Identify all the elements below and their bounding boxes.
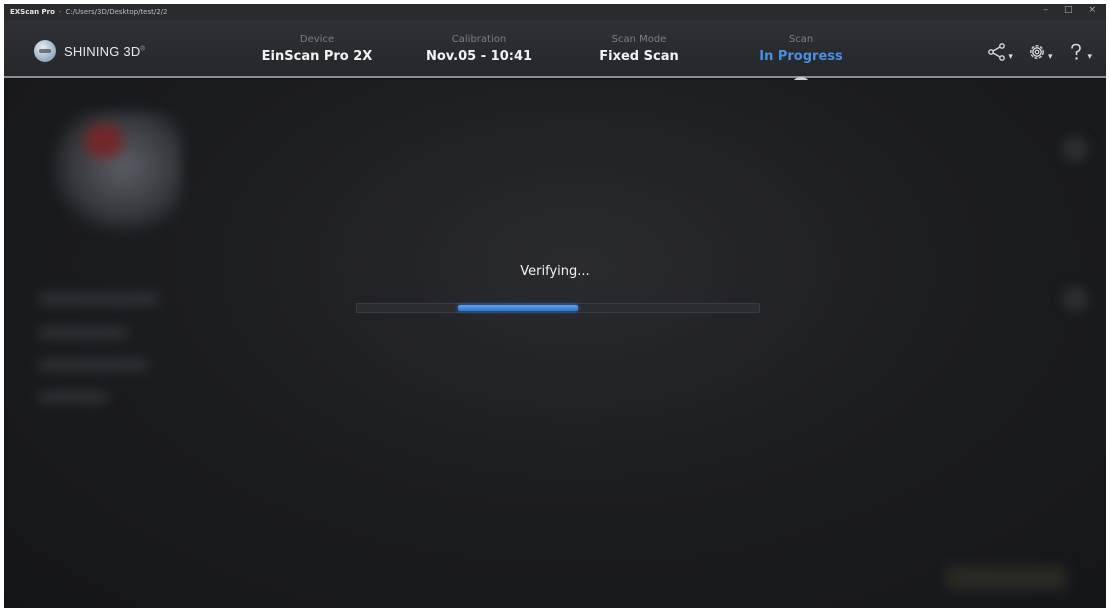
title-separator: - — [58, 8, 62, 16]
help-button[interactable]: ▾ — [1066, 42, 1092, 62]
step-device[interactable]: Device EinScan Pro 2X — [247, 34, 387, 65]
step-value: EinScan Pro 2X — [261, 49, 373, 64]
app-name: EXScan Pro — [10, 8, 55, 16]
step-value: Fixed Scan — [599, 49, 679, 64]
close-button[interactable]: × — [1088, 5, 1096, 15]
progress-fill — [457, 305, 579, 311]
thumbnail-highlight — [84, 124, 124, 158]
settings-button[interactable]: ▾ — [1027, 42, 1053, 62]
project-path: C:/Users/3D/Desktop/test/2/2 — [65, 8, 168, 16]
window-controls: – □ × — [1043, 5, 1096, 15]
side-tool-blurred — [1062, 136, 1088, 162]
step-scan-mode[interactable]: Scan Mode Fixed Scan — [569, 34, 709, 65]
minimize-button[interactable]: – — [1043, 5, 1048, 15]
step-value: Nov.05 - 10:41 — [425, 49, 533, 64]
maximize-button[interactable]: □ — [1064, 5, 1073, 15]
step-label: Scan Mode — [611, 34, 667, 45]
step-scan[interactable]: Scan In Progress — [731, 34, 871, 65]
chevron-down-icon: ▾ — [1008, 52, 1013, 62]
workflow-bar: SHINING 3D® Device EinScan Pro 2X Calibr… — [4, 20, 1106, 97]
panel-row — [38, 360, 148, 370]
gear-icon — [1030, 45, 1044, 59]
scan-viewport: Verifying... — [4, 80, 1106, 608]
toolbar-tools: ▾ ▾ ▾ — [987, 42, 1092, 62]
progress-bar — [356, 303, 760, 313]
side-tool-blurred — [1062, 286, 1088, 312]
step-value: In Progress — [759, 49, 843, 64]
app-window: EXScan Pro - C:/Users/3D/Desktop/test/2/… — [4, 4, 1106, 608]
status-message: Verifying... — [520, 264, 590, 279]
brand-logo: SHINING 3D® — [34, 40, 145, 62]
panel-row — [38, 328, 128, 338]
chevron-down-icon: ▾ — [1047, 52, 1053, 62]
step-label: Calibration — [451, 34, 507, 45]
side-panel-blurred — [22, 98, 222, 578]
step-calibration[interactable]: Calibration Nov.05 - 10:41 — [409, 34, 549, 65]
logo-text: SHINING 3D — [64, 43, 141, 59]
step-label: Device — [299, 34, 335, 45]
step-label: Scan — [788, 34, 814, 45]
title-bar: EXScan Pro - C:/Users/3D/Desktop/test/2/… — [4, 4, 1106, 20]
panel-row — [38, 392, 108, 402]
chevron-down-icon: ▾ — [1087, 52, 1092, 62]
share-icon — [988, 43, 1006, 61]
action-button-blurred — [946, 566, 1066, 590]
help-icon — [1071, 43, 1082, 60]
globe-logo-icon — [34, 40, 56, 62]
registered-mark: ® — [140, 46, 146, 53]
panel-row — [38, 294, 158, 304]
share-button[interactable]: ▾ — [987, 42, 1013, 62]
